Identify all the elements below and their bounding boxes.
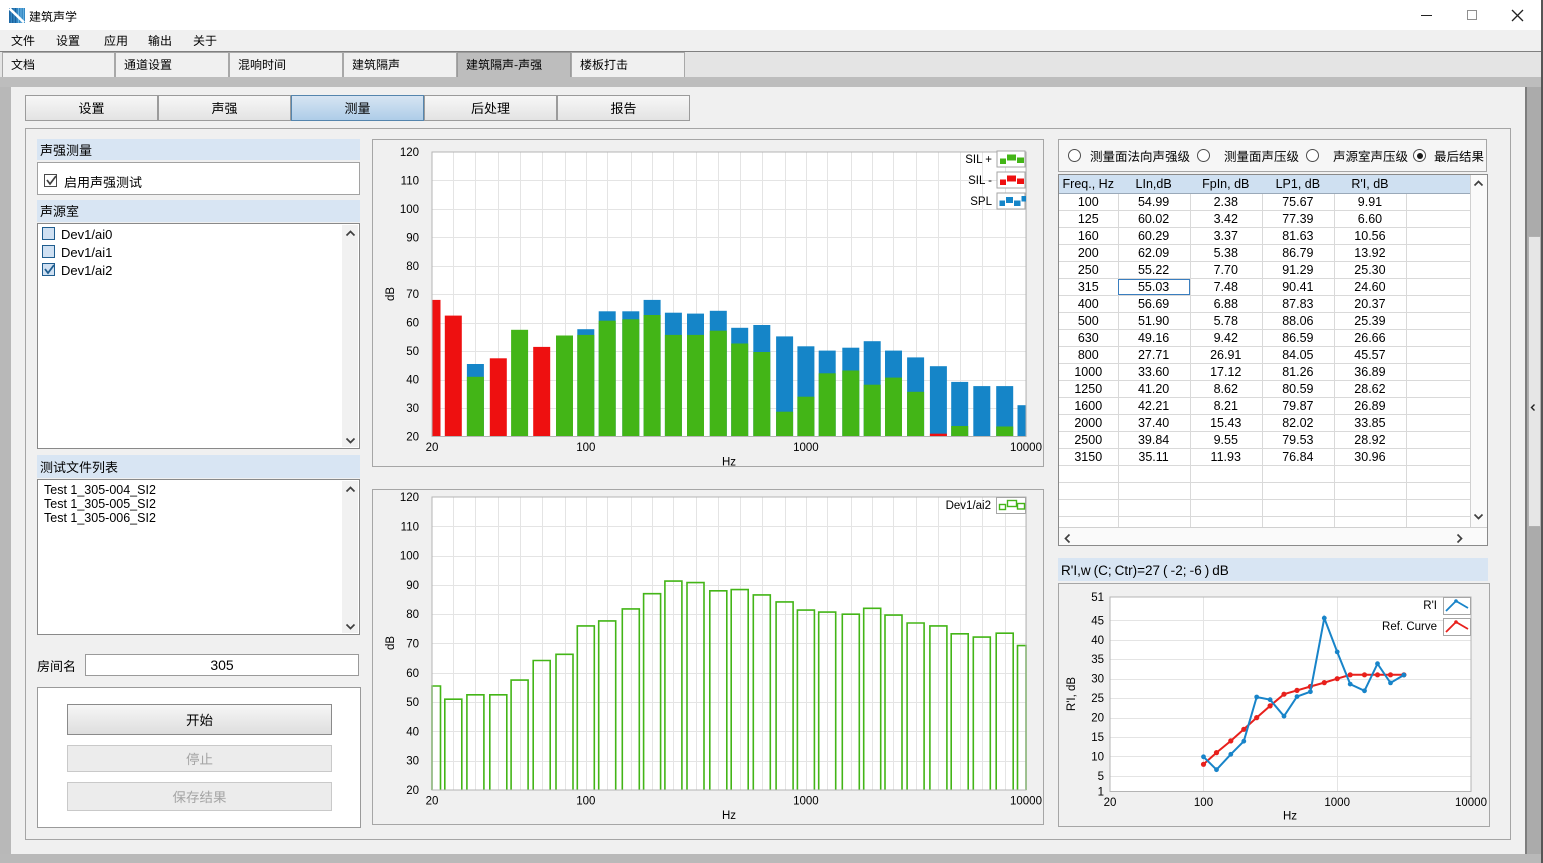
svg-text:25: 25 [1091, 693, 1104, 705]
svg-text:110: 110 [401, 175, 419, 187]
svg-text:120: 120 [400, 147, 419, 159]
svg-text:SIL -: SIL - [968, 175, 992, 187]
svg-text:70: 70 [406, 639, 419, 651]
svg-text:10000: 10000 [1010, 796, 1042, 808]
svg-text:1000: 1000 [793, 796, 819, 808]
svg-text:40: 40 [406, 726, 419, 738]
svg-text:80: 80 [406, 261, 419, 273]
svg-text:51: 51 [1091, 592, 1104, 604]
svg-text:70: 70 [406, 289, 419, 301]
svg-text:40: 40 [1091, 635, 1104, 647]
svg-text:1000: 1000 [793, 442, 819, 454]
svg-text:30: 30 [406, 756, 419, 768]
svg-text:Hz: Hz [1283, 811, 1297, 823]
svg-text:20: 20 [1104, 797, 1117, 809]
svg-text:35: 35 [1091, 654, 1104, 666]
svg-text:SIL +: SIL + [965, 154, 992, 166]
svg-text:60: 60 [406, 668, 419, 680]
svg-text:10000: 10000 [1010, 442, 1042, 454]
svg-text:dB: dB [385, 287, 397, 301]
svg-text:1000: 1000 [1324, 797, 1350, 809]
svg-text:100: 100 [576, 442, 595, 454]
svg-text:10: 10 [1091, 752, 1104, 764]
svg-text:dB: dB [385, 636, 397, 650]
svg-text:SPL: SPL [970, 196, 992, 208]
svg-text:45: 45 [1091, 615, 1104, 627]
svg-text:20: 20 [406, 432, 419, 444]
svg-text:30: 30 [406, 403, 419, 415]
svg-text:90: 90 [406, 580, 419, 592]
svg-text:50: 50 [406, 697, 419, 709]
svg-text:100: 100 [576, 796, 595, 808]
svg-text:R'I: R'I [1423, 600, 1437, 612]
svg-text:Ref. Curve: Ref. Curve [1382, 621, 1437, 633]
svg-text:100: 100 [400, 204, 419, 216]
svg-text:40: 40 [406, 375, 419, 387]
svg-text:10000: 10000 [1455, 797, 1487, 809]
svg-text:20: 20 [1091, 713, 1104, 725]
svg-text:60: 60 [406, 318, 419, 330]
svg-text:Dev1/ai2: Dev1/ai2 [946, 500, 991, 512]
svg-text:15: 15 [1091, 732, 1104, 744]
svg-text:20: 20 [406, 785, 419, 797]
svg-text:110: 110 [401, 521, 419, 533]
svg-text:R'I, dB: R'I, dB [1066, 677, 1078, 711]
svg-text:120: 120 [400, 492, 419, 504]
svg-text:100: 100 [400, 551, 419, 563]
svg-text:20: 20 [426, 442, 439, 454]
svg-text:5: 5 [1098, 771, 1104, 783]
svg-text:Hz: Hz [722, 457, 736, 468]
svg-text:20: 20 [426, 796, 439, 808]
svg-text:50: 50 [406, 346, 419, 358]
svg-text:90: 90 [406, 232, 419, 244]
svg-text:30: 30 [1091, 674, 1104, 686]
svg-text:Hz: Hz [722, 810, 736, 822]
svg-text:100: 100 [1194, 797, 1213, 809]
svg-text:80: 80 [406, 609, 419, 621]
